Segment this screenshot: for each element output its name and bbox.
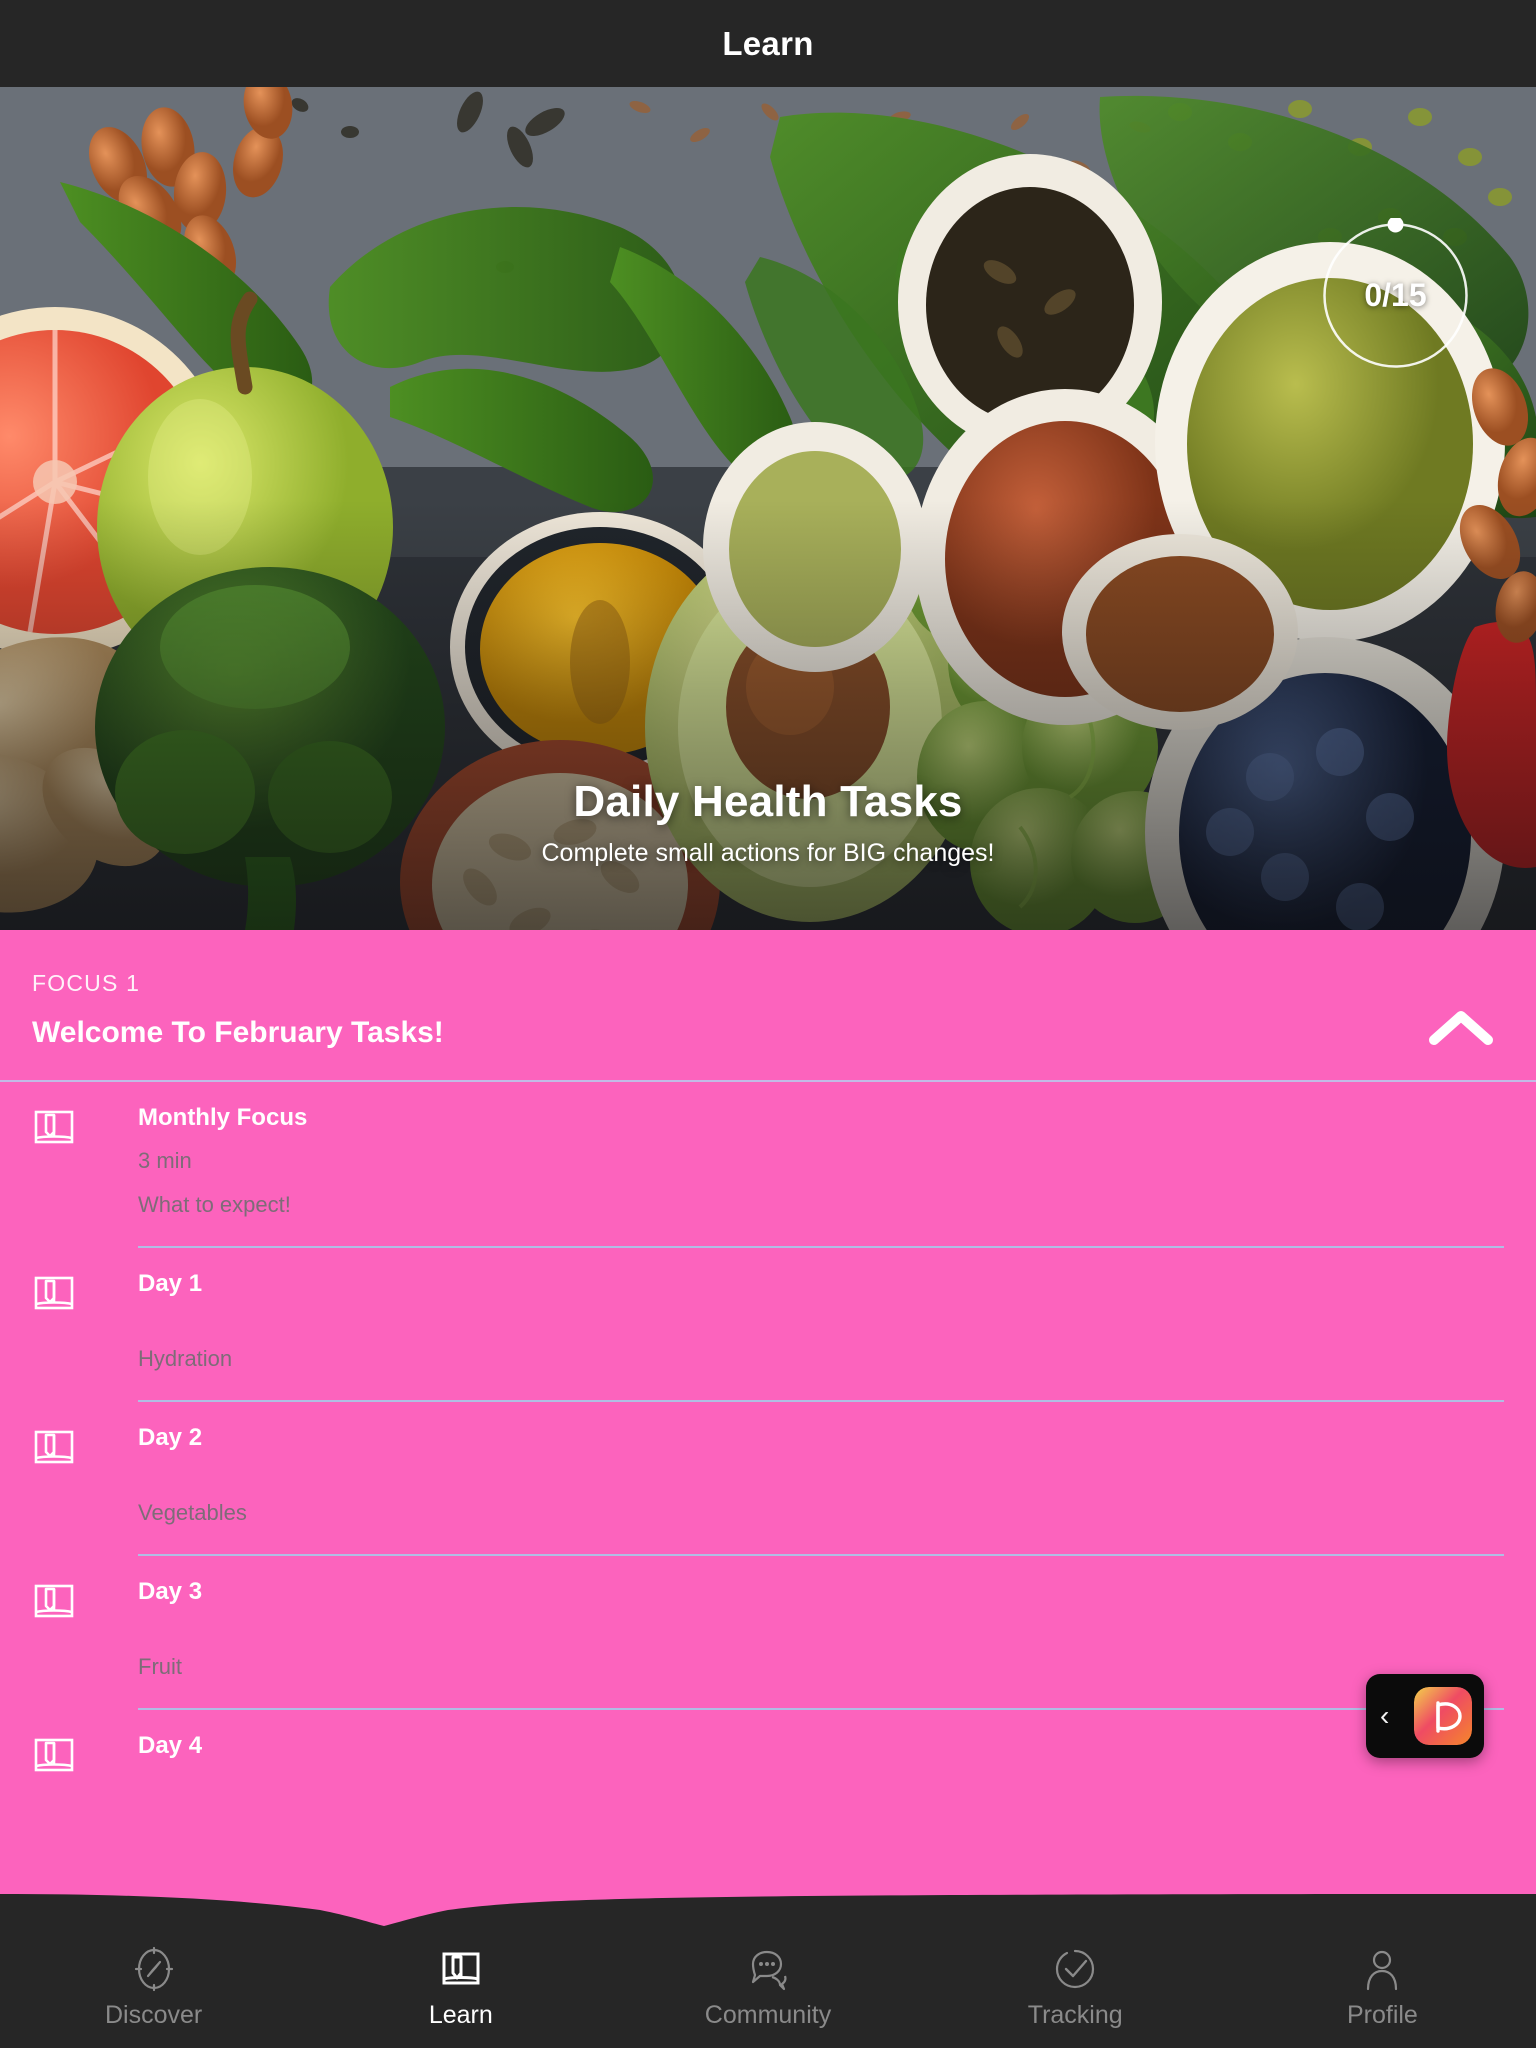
book-icon [32,1734,76,1778]
top-app-bar: Learn [0,0,1536,87]
nav-item-community[interactable]: Community [614,1945,921,2030]
task-description: Vegetables [138,1500,247,1525]
task-row[interactable]: Monthly Focus 3 min What to expect! [0,1082,1536,1248]
back-chevron-icon[interactable]: ‹ [1380,1702,1389,1730]
focus-header[interactable]: FOCUS 1 Welcome To February Tasks! [0,930,1536,1080]
task-row[interactable]: Day 4 [0,1710,1536,1778]
task-description: Fruit [138,1654,182,1679]
hero-caption: Daily Health Tasks Complete small action… [0,777,1536,868]
task-duration: 3 min [138,1148,192,1173]
page-title: Learn [722,24,814,62]
active-tab-notch [0,1892,1536,1926]
nav-label: Community [704,2000,832,2029]
task-title: Day 3 [138,1578,203,1605]
nav-label: Learn [428,2000,493,2029]
task-title: Monthly Focus [138,1104,308,1131]
focus-panel: FOCUS 1 Welcome To February Tasks! Month… [0,930,1536,1930]
book-icon [32,1106,76,1150]
progress-ring[interactable]: 0/15 [1318,218,1473,373]
focus-title: Welcome To February Tasks! [32,1016,444,1049]
person-icon [1358,1945,1406,1993]
nav-item-tracking[interactable]: Tracking [922,1945,1229,2030]
book-icon [32,1426,76,1470]
progress-label: 0/15 [1364,277,1427,313]
nav-label: Tracking [1027,2000,1123,2029]
nav-item-profile[interactable]: Profile [1229,1945,1536,2030]
nav-label: Profile [1346,2000,1418,2029]
app-logo-icon[interactable] [1414,1687,1472,1745]
nav-item-learn[interactable]: Learn [307,1945,614,2030]
task-row[interactable]: Day 1 Hydration [0,1248,1536,1402]
hero-subtitle: Complete small actions for BIG changes! [541,839,995,867]
check-circle-icon [1051,1945,1099,1993]
task-row[interactable]: Day 3 Fruit [0,1556,1536,1710]
focus-kicker: FOCUS 1 [32,970,141,996]
task-row[interactable]: Day 2 Vegetables [0,1402,1536,1556]
nav-label: Discover [104,2000,203,2029]
task-title: Day 2 [138,1424,203,1451]
bottom-navigation: Discover Learn Community Tracking Profil… [0,1892,1536,2048]
floating-app-switcher[interactable]: ‹ [1366,1674,1484,1758]
book-icon [32,1272,76,1316]
hero-title: Daily Health Tasks [573,777,963,826]
nav-bar: Discover Learn Community Tracking Profil… [0,1926,1536,2048]
chevron-up-icon[interactable] [1428,1008,1494,1048]
task-description: What to expect! [138,1192,291,1217]
book-icon [437,1945,485,1993]
hero-banner[interactable]: 0/15 Daily Health Tasks Complete small a… [0,87,1536,930]
compass-icon [130,1945,178,1993]
task-description: Hydration [138,1346,233,1371]
app-screen: Learn 0/15 Daily Health Tasks Complete s… [0,0,1536,2048]
nav-item-discover[interactable]: Discover [0,1945,307,2030]
task-title: Day 4 [138,1732,203,1759]
task-title: Day 1 [138,1270,203,1297]
chat-bubbles-icon [744,1945,792,1993]
book-icon [32,1580,76,1624]
